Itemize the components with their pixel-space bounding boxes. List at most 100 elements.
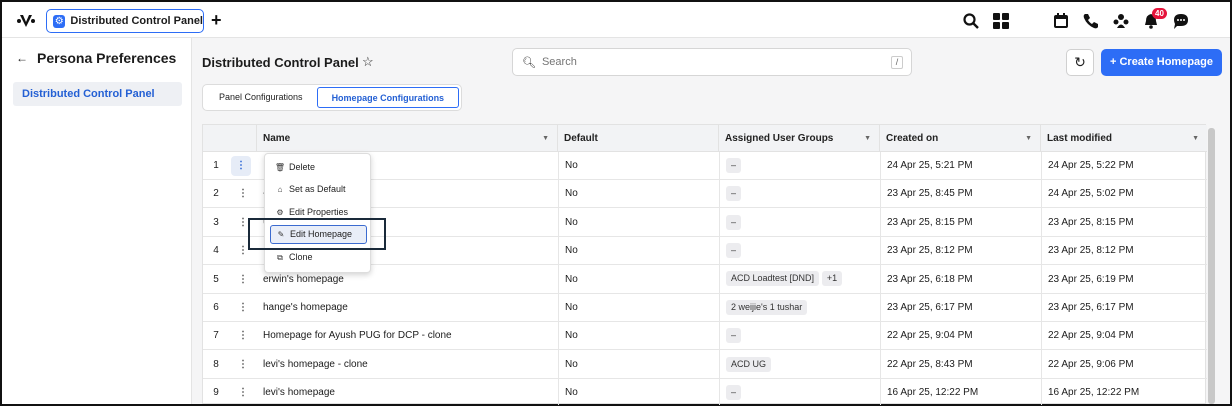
created-on: 23 Apr 25, 8:12 PM [887, 245, 973, 257]
table-scrollbar[interactable] [1208, 128, 1215, 404]
menu-item-label: Delete [289, 162, 316, 172]
row-number: 7 [213, 330, 219, 342]
row-number: 2 [213, 188, 219, 200]
refresh-button[interactable]: ↻ [1066, 49, 1094, 76]
default-flag: No [565, 160, 578, 171]
default-flag: No [565, 358, 578, 370]
created-on: 23 Apr 25, 6:18 PM [887, 273, 973, 285]
more-groups-chip[interactable]: +1 [821, 271, 843, 287]
top-bar: ⚙ Distributed Control Panel + 40 [2, 2, 1230, 38]
created-on: 23 Apr 25, 6:17 PM [887, 302, 973, 313]
column-label: Last modified [1047, 133, 1113, 144]
row-number: 1 [213, 160, 219, 171]
refresh-icon: ↻ [1074, 54, 1086, 70]
active-app-tab[interactable]: ⚙ Distributed Control Panel [46, 9, 204, 33]
column-header-default[interactable]: Default [558, 125, 719, 152]
row-actions-icon[interactable]: ⋮ [231, 156, 251, 176]
default-flag: No [565, 330, 578, 342]
column-header-modified[interactable]: Last modified ▼ [1041, 125, 1207, 152]
table-row[interactable]: 7 ⋮ Homepage for Ayush PUG for DCP - clone… [203, 322, 1207, 351]
column-header-created[interactable]: Created on ▼ [880, 125, 1041, 152]
sort-caret-icon[interactable]: ▼ [864, 125, 871, 152]
search-box[interactable]: 🔍︎ / [512, 48, 912, 76]
app-tab-label: Distributed Control Panel [70, 15, 203, 27]
sort-caret-icon[interactable]: ▼ [1025, 125, 1032, 152]
page-title: Distributed Control Panel [202, 55, 359, 70]
user-group-chip: ACD UG [726, 356, 772, 372]
team-icon[interactable] [1112, 12, 1130, 30]
trash-icon: 🗑︎ [274, 163, 286, 172]
last-modified: 22 Apr 25, 9:06 PM [1048, 358, 1134, 370]
default-flag: No [565, 273, 578, 285]
row-context-menu: 🗑︎ Delete ⌂ Set as Default ⚙ Edit Propertie… [264, 153, 371, 273]
sidebar-item-distributed-control-panel[interactable]: Distributed Control Panel [13, 82, 182, 106]
menu-item-clone[interactable]: ⧉ Clone [270, 248, 367, 267]
phone-icon[interactable] [1082, 12, 1100, 30]
user-group-chip: ACD Loadtest [DND] [726, 271, 820, 287]
column-header-groups[interactable]: Assigned User Groups ▼ [719, 125, 880, 152]
user-group-chip: 2 weijie's 1 tushar [726, 299, 808, 315]
assigned-groups: ACD UG [726, 351, 772, 379]
row-number: 6 [213, 302, 219, 313]
column-label: Default [564, 133, 598, 144]
search-input[interactable] [541, 56, 882, 68]
search-shortcut-hint: / [891, 56, 903, 69]
created-on: 23 Apr 25, 8:45 PM [887, 188, 973, 200]
search-icon[interactable] [962, 12, 980, 30]
default-flag: No [565, 188, 578, 200]
settings-tab-icon: ⚙ [53, 14, 66, 28]
row-number: 4 [213, 245, 219, 257]
app-logo-icon[interactable] [16, 11, 36, 29]
row-number: 8 [213, 358, 219, 370]
column-label: Created on [886, 133, 939, 144]
table-row[interactable]: 9 ⋮ levi's homepage No – 16 Apr 25, 12:22 PM 1… [203, 379, 1207, 406]
back-arrow-icon[interactable]: ← [16, 51, 28, 65]
chat-icon[interactable] [1172, 12, 1190, 30]
row-number: 5 [213, 273, 219, 285]
created-on: 23 Apr 25, 8:15 PM [887, 216, 973, 228]
column-label: Assigned User Groups [725, 133, 834, 144]
favorite-star-icon[interactable]: ☆ [362, 54, 374, 70]
homepage-name[interactable]: levi's homepage [263, 379, 335, 406]
notification-count-badge: 40 [1152, 8, 1167, 19]
created-on: 22 Apr 25, 8:43 PM [887, 358, 973, 370]
tab-homepage-configurations[interactable]: Homepage Configurations [316, 87, 460, 108]
calendar-icon[interactable] [1052, 12, 1070, 30]
empty-group-chip: – [726, 328, 742, 344]
homepage-name[interactable]: Homepage for Ayush PUG for DCP - clone [263, 322, 452, 350]
created-on: 22 Apr 25, 9:04 PM [887, 330, 973, 342]
table-row[interactable]: 6 ⋮ hange's homepage No 2 weijie's 1 tushar 2… [203, 294, 1207, 322]
sort-caret-icon[interactable]: ▼ [542, 125, 549, 152]
created-on: 16 Apr 25, 12:22 PM [887, 387, 979, 399]
homepage-name[interactable]: levi's homepage - clone [263, 351, 368, 379]
assigned-groups: 2 weijie's 1 tushar [726, 294, 808, 322]
row-actions-icon[interactable]: ⋮ [233, 379, 253, 406]
empty-group-chip: – [726, 214, 742, 230]
row-actions-icon[interactable]: ⋮ [233, 294, 253, 322]
default-flag: No [565, 245, 578, 257]
apps-grid-icon[interactable] [992, 12, 1010, 30]
assigned-groups: ACD Loadtest [DND] +1 [726, 266, 843, 294]
menu-item-label: Set as Default [289, 184, 346, 194]
row-number: 9 [213, 387, 219, 399]
create-homepage-button[interactable]: + Create Homepage [1101, 49, 1222, 76]
row-actions-icon[interactable]: ⋮ [233, 266, 253, 294]
sidebar: ← Persona Preferences Distributed Contro… [2, 38, 192, 404]
table-row[interactable]: 8 ⋮ levi's homepage - clone No ACD UG 22 Apr … [203, 351, 1207, 379]
row-actions-icon[interactable]: ⋮ [233, 351, 253, 379]
empty-group-chip: – [726, 243, 742, 259]
column-header-name[interactable]: Name ▼ [257, 125, 558, 152]
homepage-name[interactable]: hange's homepage [263, 294, 348, 322]
default-flag: No [565, 302, 578, 313]
menu-item-delete[interactable]: 🗑︎ Delete [270, 158, 367, 177]
tab-panel-configurations[interactable]: Panel Configurations [205, 87, 317, 108]
row-actions-icon[interactable]: ⋮ [233, 180, 253, 208]
assigned-groups: – [726, 322, 742, 350]
row-actions-icon[interactable]: ⋮ [233, 322, 253, 350]
menu-item-set-default[interactable]: ⌂ Set as Default [270, 180, 367, 199]
config-tabs: Panel Configurations Homepage Configurat… [202, 84, 463, 111]
last-modified: 23 Apr 25, 8:15 PM [1048, 216, 1134, 228]
assigned-groups: – [726, 180, 742, 208]
sort-caret-icon[interactable]: ▼ [1192, 125, 1199, 152]
add-tab-button[interactable]: + [211, 10, 222, 30]
